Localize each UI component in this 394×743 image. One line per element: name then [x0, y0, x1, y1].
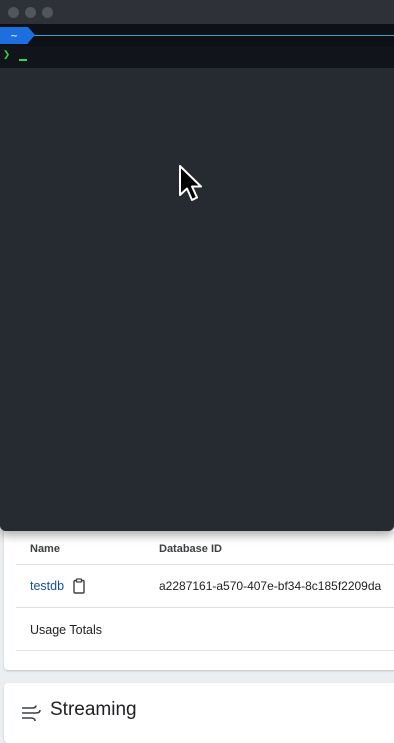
terminal-body[interactable] [0, 24, 394, 531]
terminal-input-row[interactable] [0, 46, 394, 68]
column-header-database-id: Database ID [159, 543, 222, 555]
databases-table: Name Database ID testdb a2287161-a570-40… [16, 531, 394, 651]
zoom-window-button[interactable] [42, 7, 53, 18]
streaming-icon [22, 705, 41, 722]
table-row: testdb a2287161-a570-407e-bf34-8c185f220… [16, 565, 394, 608]
table-header-row: Name Database ID [16, 531, 394, 565]
prompt-chevron-icon: ❯ [3, 47, 11, 61]
text-cursor [19, 59, 27, 61]
terminal-titlebar[interactable] [0, 0, 394, 24]
database-name-link[interactable]: testdb [30, 579, 64, 593]
prompt-divider-line [30, 35, 394, 36]
terminal-window[interactable]: ~ ❯ [0, 0, 394, 531]
column-header-name: Name [30, 543, 60, 555]
usage-totals-row: Usage Totals [16, 608, 394, 651]
prompt-badge-arrow [28, 27, 35, 43]
close-window-button[interactable] [8, 7, 19, 18]
clipboard-icon[interactable] [72, 578, 86, 594]
streaming-title: Streaming [50, 699, 137, 720]
minimize-window-button[interactable] [25, 7, 36, 18]
prompt-directory-badge: ~ [0, 27, 28, 44]
database-id-value: a2287161-a570-407e-bf34-8c185f2209da [159, 579, 382, 593]
streaming-card: Streaming [4, 683, 394, 743]
usage-totals-label: Usage Totals [30, 623, 103, 637]
mouse-pointer-icon [179, 165, 202, 201]
